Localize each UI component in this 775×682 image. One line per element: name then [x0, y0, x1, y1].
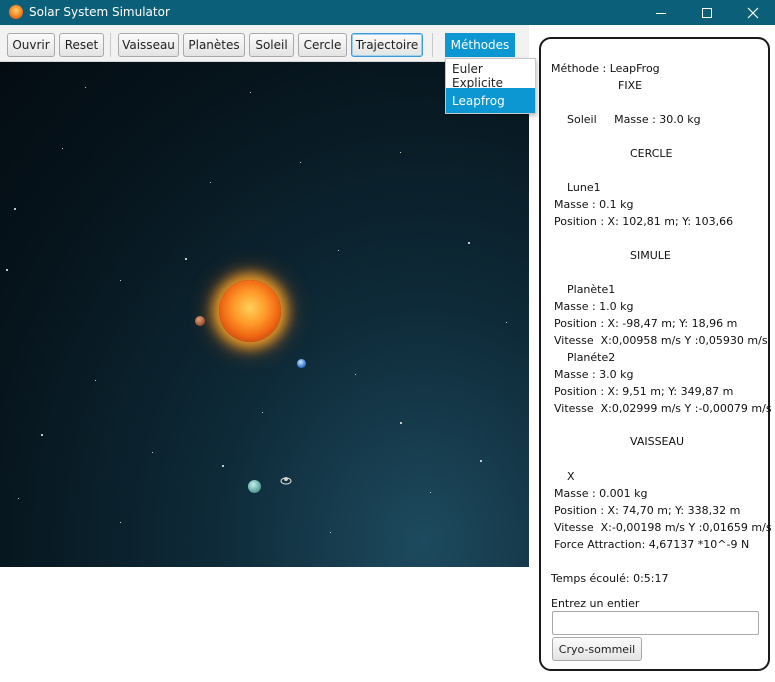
app-icon — [9, 5, 23, 19]
star — [506, 322, 507, 323]
cercle-button[interactable]: Cercle — [298, 33, 347, 57]
ouvrir-button[interactable]: Ouvrir — [7, 33, 55, 57]
star — [330, 532, 331, 533]
planete1-masse: Masse : 1.0 kg — [554, 300, 634, 313]
star — [62, 148, 63, 149]
star — [18, 498, 19, 499]
info-panel: Méthode : LeapFrog FIXE Soleil Masse : 3… — [539, 37, 772, 671]
vaisseau-button[interactable]: Vaisseau — [118, 33, 179, 57]
planete2-vitesse: Vitesse X:0,02999 m/s Y :-0,00079 m/s — [554, 402, 772, 415]
spaceship-icon — [280, 477, 292, 485]
sun — [219, 280, 281, 342]
lune-name: Lune1 — [567, 181, 601, 194]
cryo-sommeil-button[interactable]: Cryo-sommeil — [552, 637, 642, 661]
star — [355, 374, 356, 375]
entier-input[interactable] — [552, 611, 759, 635]
star — [85, 87, 86, 88]
star — [338, 250, 339, 251]
title-bar: Solar System Simulator — [0, 0, 775, 25]
simule-header: SIMULE — [630, 249, 671, 262]
planete2-name: Planéte2 — [567, 351, 616, 364]
star — [250, 92, 251, 93]
star — [400, 422, 402, 424]
vaisseau-header: VAISSEAU — [630, 435, 685, 448]
temps-ecoule: Temps écoulé: 0:5:17 — [551, 572, 669, 585]
star — [210, 182, 211, 183]
lune-masse: Masse : 0.1 kg — [554, 198, 634, 211]
toolbar-separator — [110, 33, 111, 57]
menu-item-leapfrog[interactable]: Leapfrog — [446, 88, 535, 113]
maximize-icon — [702, 7, 712, 18]
star — [222, 465, 224, 467]
methodes-dropdown: Euler Explicite Leapfrog — [445, 58, 536, 114]
cercle-header: CERCLE — [630, 147, 673, 160]
star — [185, 258, 187, 260]
star — [152, 452, 153, 453]
planet-uranus — [248, 480, 261, 493]
methodes-menu-button[interactable]: Méthodes — [445, 33, 515, 57]
reset-button[interactable]: Reset — [59, 33, 104, 57]
trajectoire-button[interactable]: Trajectoire — [351, 33, 423, 57]
close-button[interactable] — [730, 0, 775, 25]
vaisseau-vitesse: Vitesse X:-0,00198 m/s Y :0,01659 m/s — [554, 521, 772, 534]
minimize-button[interactable] — [638, 0, 684, 25]
star — [300, 162, 301, 163]
methode-label: Méthode : LeapFrog — [551, 62, 660, 75]
star — [14, 208, 16, 210]
window-title: Solar System Simulator — [29, 5, 170, 19]
star — [262, 412, 263, 413]
planet-mars — [195, 316, 205, 326]
toolbar-separator — [432, 33, 433, 57]
planete1-name: Planète1 — [567, 283, 616, 296]
planetes-button[interactable]: Planètes — [183, 33, 245, 57]
vaisseau-force: Force Attraction: 4,67137 *10^-9 N — [554, 538, 750, 551]
star — [400, 152, 401, 153]
minimize-icon — [656, 12, 666, 14]
close-icon — [747, 7, 759, 18]
star — [6, 269, 8, 271]
planete2-masse: Masse : 3.0 kg — [554, 368, 634, 381]
vaisseau-name: X — [567, 470, 575, 483]
star — [120, 522, 121, 523]
star — [95, 380, 96, 381]
star — [120, 280, 121, 281]
entier-label: Entrez un entier — [551, 597, 640, 610]
planete2-position: Position : X: 9,51 m; Y: 349,87 m — [554, 385, 734, 398]
lune-position: Position : X: 102,81 m; Y: 103,66 — [554, 215, 734, 228]
soleil-button[interactable]: Soleil — [249, 33, 294, 57]
vaisseau-masse: Masse : 0.001 kg — [554, 487, 648, 500]
star — [468, 242, 470, 244]
star — [41, 434, 43, 436]
planete1-vitesse: Vitesse X:0,00958 m/s Y :0,05930 m/s — [554, 334, 768, 347]
planet-earth — [297, 359, 306, 368]
maximize-button[interactable] — [684, 0, 730, 25]
soleil-line: Soleil Masse : 30.0 kg — [567, 113, 701, 126]
planete1-position: Position : X: -98,47 m; Y: 18,96 m — [554, 317, 738, 330]
vaisseau-position: Position : X: 74,70 m; Y: 338,32 m — [554, 504, 741, 517]
menu-item-euler[interactable]: Euler Explicite — [446, 62, 535, 90]
star — [480, 460, 482, 462]
simulation-canvas[interactable] — [0, 62, 529, 567]
star — [430, 492, 431, 493]
fixe-header: FIXE — [618, 79, 643, 92]
